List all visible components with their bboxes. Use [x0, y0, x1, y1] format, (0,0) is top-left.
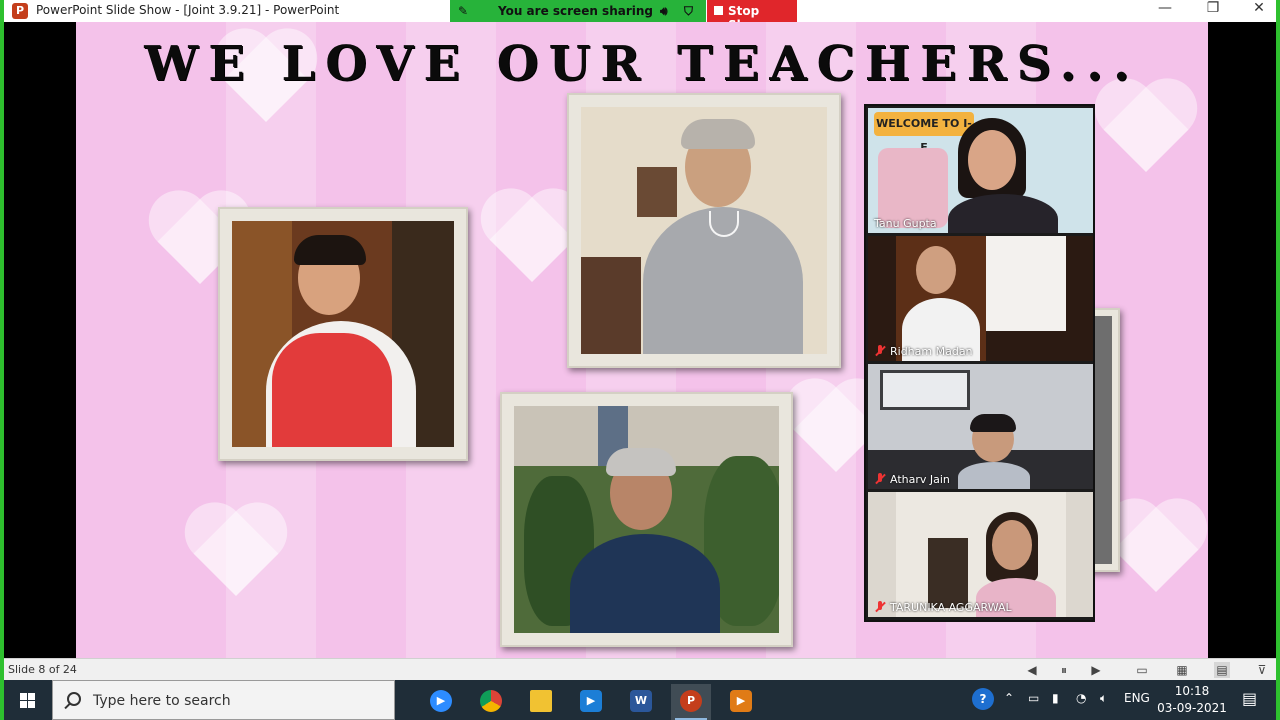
screen-frame: P PowerPoint Slide Show - [Joint 3.9.21]…: [0, 0, 1280, 720]
teacher-photo: [514, 406, 779, 633]
media-player-icon: ▶: [730, 690, 752, 712]
heart-decoration: [176, 506, 296, 596]
maximize-button[interactable]: ❐: [1190, 0, 1236, 22]
heart-decoration: [1086, 82, 1206, 172]
windows-start-button[interactable]: [4, 680, 52, 720]
participant-video-tile[interactable]: TARUNIKA AGGARWAL: [868, 492, 1093, 617]
chrome-icon: [480, 690, 502, 712]
taskbar-app-powerpoint[interactable]: P: [671, 684, 711, 720]
slide-title: WE LOVE OUR TEACHERS...: [144, 36, 1140, 92]
windows-taskbar: Type here to search ▶ ▶ W P ▶ ? ⌃ ▭ ▮ ◔ …: [4, 680, 1276, 720]
powerpoint-icon: P: [12, 3, 28, 19]
folder-icon: [530, 690, 552, 712]
next-slide-icon[interactable]: ▶: [1088, 662, 1104, 678]
screen-sharing-banner[interactable]: ✎ You are screen sharing 🔊︎ ⛉: [450, 0, 706, 22]
taskbar-app-file-explorer[interactable]: [521, 684, 561, 720]
normal-view-icon[interactable]: ▭: [1134, 662, 1150, 678]
taskbar-app-zoom[interactable]: ▶: [421, 684, 461, 720]
taskbar-app-word[interactable]: W: [621, 684, 661, 720]
volume-icon[interactable]: 🔈︎: [1100, 691, 1107, 706]
close-button[interactable]: ✕: [1236, 0, 1280, 22]
wifi-icon[interactable]: ◔: [1076, 691, 1086, 705]
slideshow-status-bar: Slide 8 of 24 ◀ ⏸ ▶ ▭ ▦ ▤ ⊽: [4, 658, 1276, 680]
chevron-up-icon[interactable]: ⌃: [1004, 691, 1014, 705]
taskbar-app-video-editor[interactable]: ▶: [571, 684, 611, 720]
minimize-button[interactable]: —: [1142, 0, 1188, 22]
teacher-photo-frame: [218, 207, 468, 461]
participant-video-tile[interactable]: WELCOME TO I-E Tanu Gupta: [868, 108, 1093, 233]
taskbar-search-box[interactable]: Type here to search: [52, 680, 395, 720]
sharing-status-text: You are screen sharing: [498, 4, 654, 18]
participant-video-tile[interactable]: Atharv Jain: [868, 364, 1093, 489]
participant-video-tile[interactable]: Ridham Madan: [868, 236, 1093, 361]
muted-mic-icon: [874, 473, 886, 485]
taskbar-app-chrome[interactable]: [471, 684, 511, 720]
teacher-photo-frame: [500, 392, 793, 647]
language-indicator[interactable]: ENG: [1124, 691, 1150, 705]
word-icon: W: [630, 690, 652, 712]
previous-slide-icon[interactable]: ◀: [1024, 662, 1040, 678]
muted-mic-icon: [874, 345, 886, 357]
window-title: PowerPoint Slide Show - [Joint 3.9.21] -…: [36, 3, 340, 17]
search-placeholder: Type here to search: [93, 693, 231, 709]
search-icon: [67, 692, 81, 706]
teacher-photo-frame: [567, 93, 841, 368]
pin-icon[interactable]: ✎: [458, 4, 468, 18]
zoom-icon: ▶: [430, 690, 452, 712]
shield-icon[interactable]: ⛉: [684, 4, 693, 19]
help-icon[interactable]: ?: [972, 688, 994, 710]
taskbar-app-media-player[interactable]: ▶: [721, 684, 761, 720]
clock-time[interactable]: 10:18: [1164, 684, 1220, 698]
slide-show-icon[interactable]: ⊽: [1254, 662, 1270, 678]
muted-mic-icon: [874, 601, 886, 613]
pause-icon[interactable]: ⏸: [1056, 662, 1072, 678]
teacher-photo: [232, 221, 454, 447]
participant-name: Tanu Gupta: [874, 217, 937, 230]
participant-name: Atharv Jain: [890, 473, 950, 486]
teacher-photo: [581, 107, 827, 354]
welcome-sign: WELCOME TO I-E: [874, 112, 974, 154]
battery-icon[interactable]: ▭: [1028, 691, 1039, 705]
speaker-icon[interactable]: 🔊︎: [660, 4, 668, 19]
slide-sorter-icon[interactable]: ▦: [1174, 662, 1190, 678]
notifications-icon[interactable]: ▤: [1242, 689, 1257, 708]
powerpoint-icon: P: [680, 690, 702, 712]
video-icon: ▶: [580, 690, 602, 712]
participants-panel[interactable]: WELCOME TO I-E Tanu Gupta Ridham Madan A…: [864, 104, 1095, 622]
clock-date[interactable]: 03-09-2021: [1156, 701, 1228, 715]
participant-name: Ridham Madan: [890, 345, 973, 358]
reading-view-icon[interactable]: ▤: [1214, 662, 1230, 678]
usb-icon[interactable]: ▮: [1052, 691, 1059, 705]
stop-share-button[interactable]: Stop Share: [707, 0, 797, 32]
participant-name: TARUNIKA AGGARWAL: [890, 601, 1012, 614]
slide-indicator: Slide 8 of 24: [8, 663, 77, 676]
stop-icon: [714, 6, 723, 15]
